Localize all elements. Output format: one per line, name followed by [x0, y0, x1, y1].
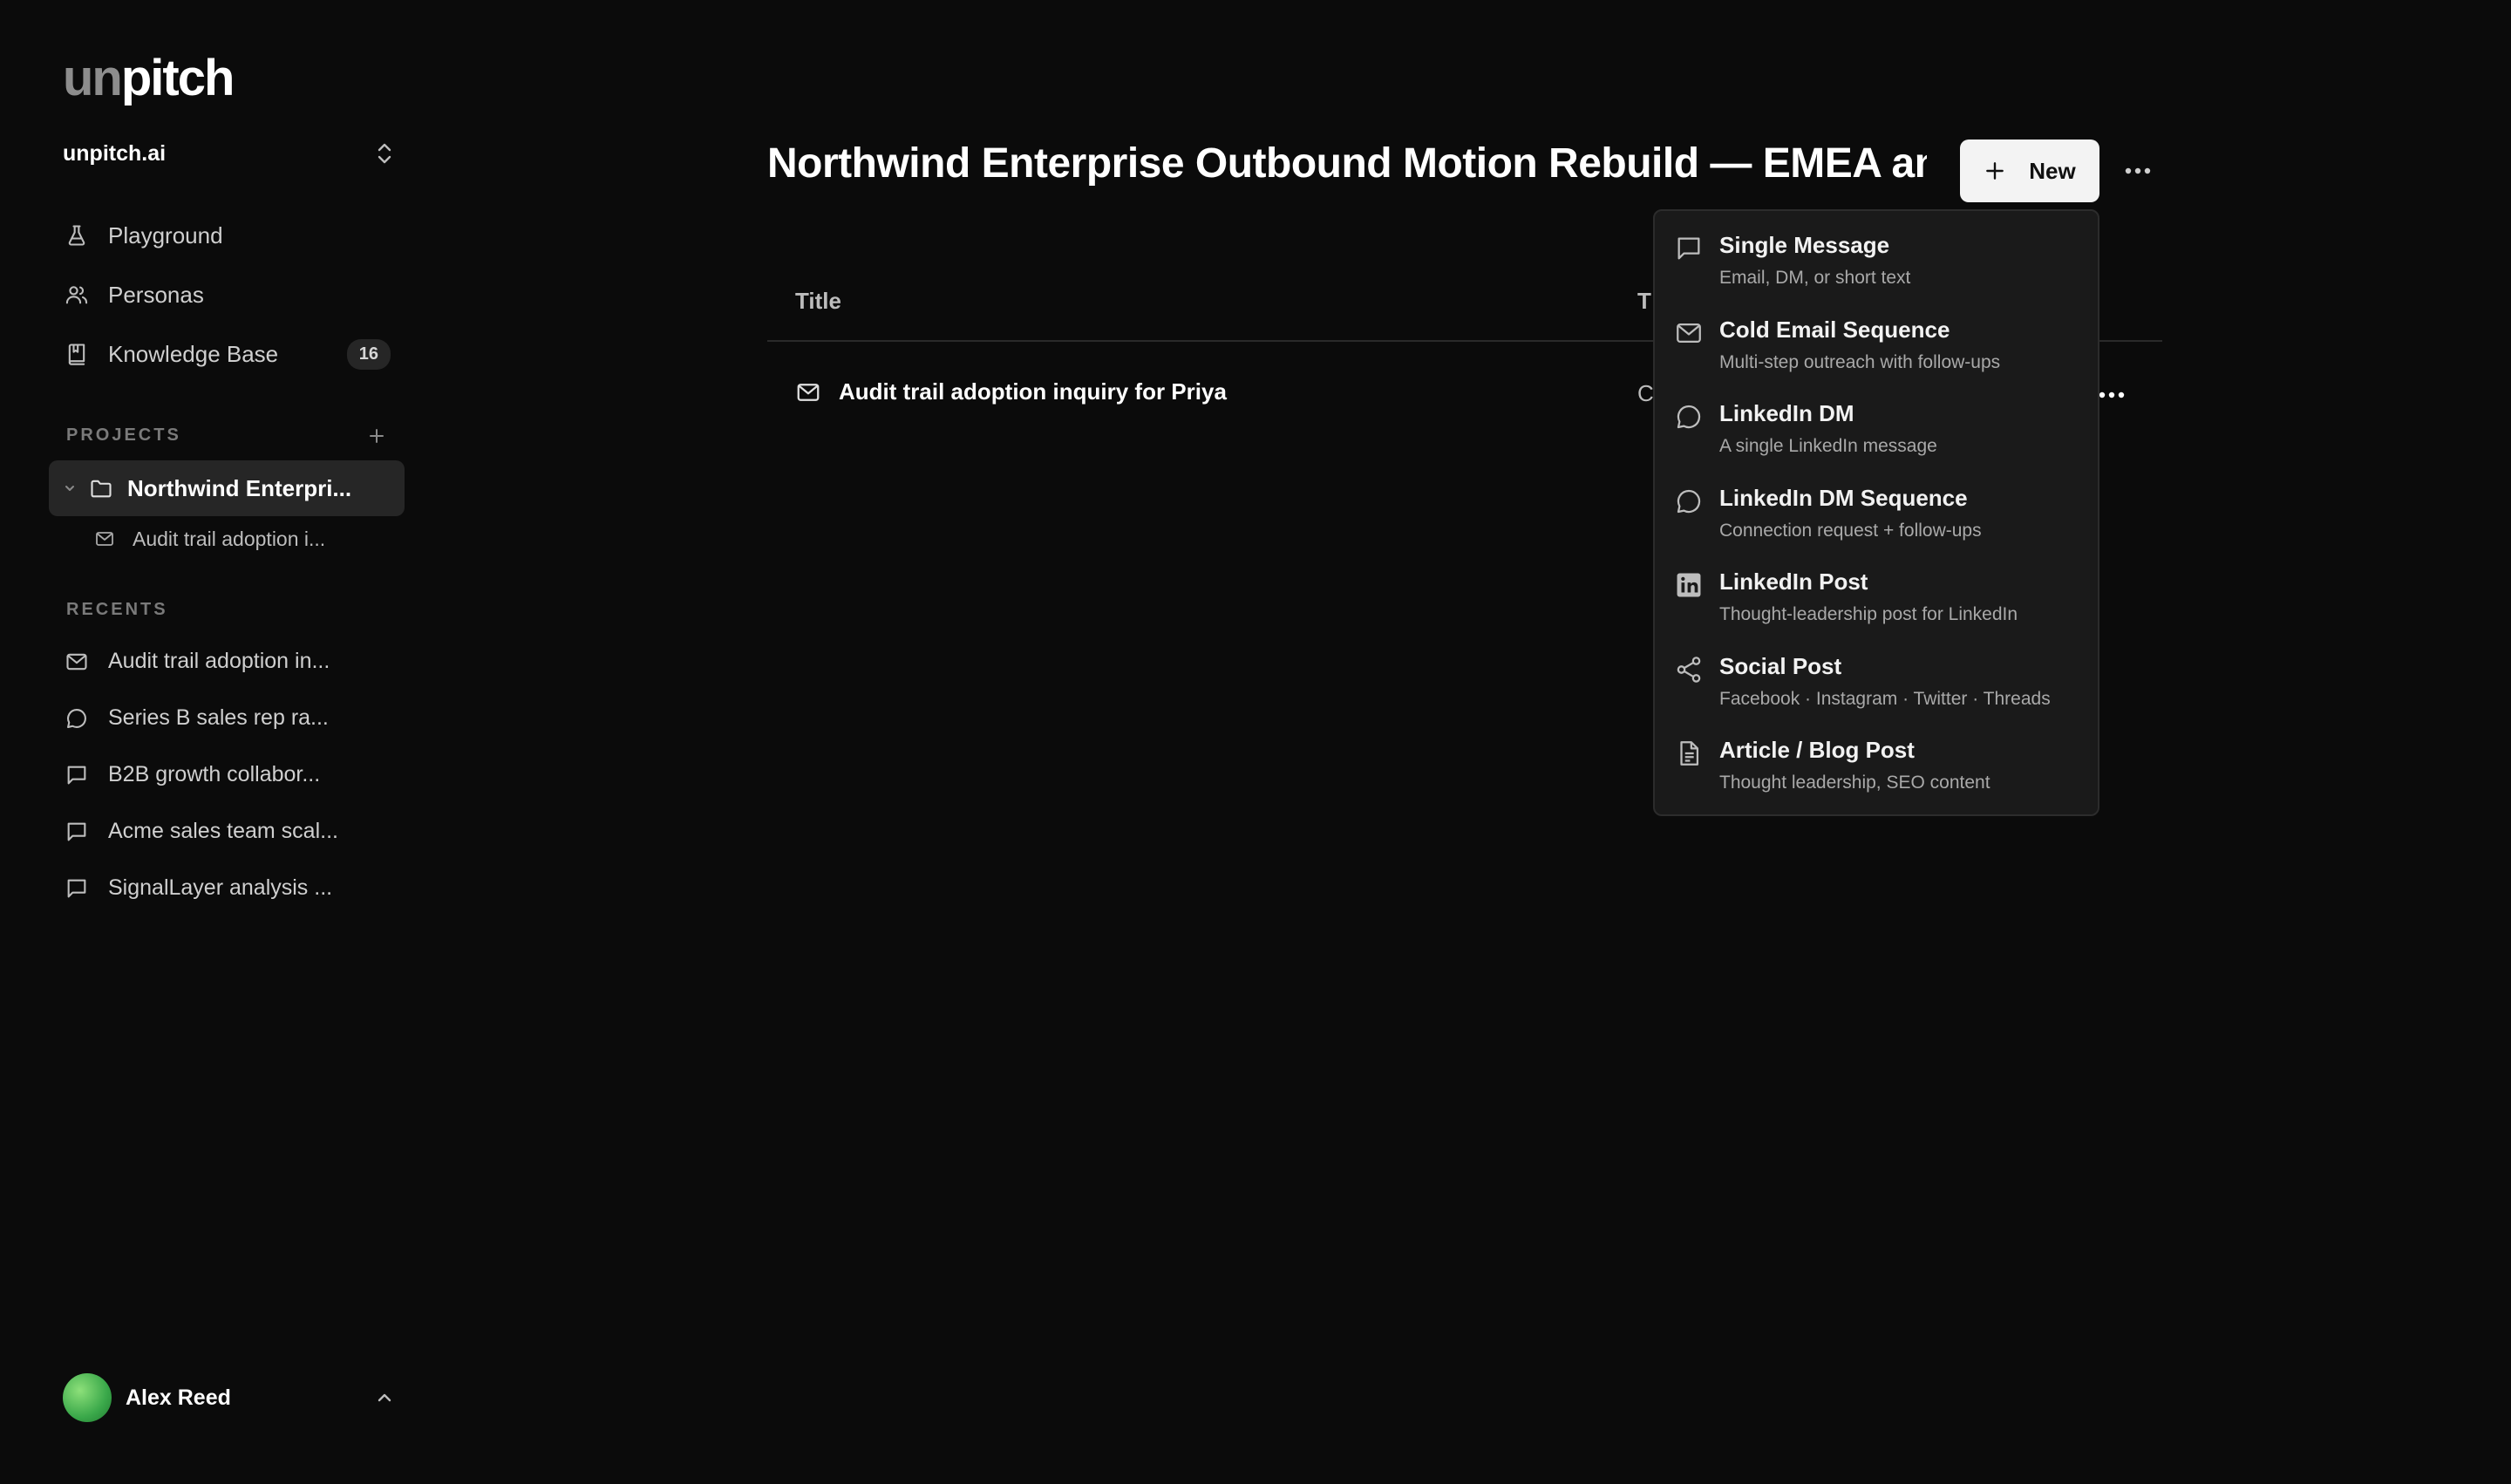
recent-item[interactable]: Series B sales rep ra...	[49, 690, 406, 746]
new-item-dropdown-menu: Single Message Email, DM, or short text …	[1653, 209, 2099, 816]
plus-icon	[1986, 162, 2004, 180]
menu-item-description: Thought leadership, SEO content	[1719, 773, 1990, 793]
more-horizontal-icon[interactable]	[2094, 384, 2129, 406]
nav-item-label: Knowledge Base	[108, 340, 279, 367]
message-square-icon	[1677, 237, 1700, 260]
recent-item-label: Series B sales rep ra...	[108, 705, 329, 730]
new-button[interactable]: New	[1960, 140, 2099, 202]
chat-bubble-icon	[67, 708, 86, 728]
nav-item-label: Playground	[108, 221, 223, 248]
sidebar: unpitch unpitch.ai Playground Personas K…	[0, 0, 436, 1484]
message-square-icon	[67, 879, 86, 897]
logo-part-2: pitch	[120, 50, 235, 106]
nav-item-label: Personas	[108, 281, 204, 308]
menu-item-description: Facebook · Instagram · Twitter · Threads	[1719, 688, 2051, 709]
project-child-label: Audit trail adoption i...	[133, 527, 326, 550]
menu-item-title: LinkedIn Post	[1719, 568, 1868, 595]
share-icon	[1677, 656, 1701, 683]
project-label: Northwind Enterpri...	[127, 474, 352, 501]
chevron-down-icon[interactable]	[63, 481, 77, 495]
menu-item-linkedin-dm-sequence[interactable]: LinkedIn DM Sequence Connection request …	[1655, 476, 2098, 561]
recents-section-label: RECENTS	[66, 600, 168, 619]
document-icon	[1680, 741, 1699, 766]
menu-item-title: Cold Email Sequence	[1719, 316, 1950, 343]
menu-item-social-post[interactable]: Social Post Facebook · Instagram · Twitt…	[1655, 644, 2098, 729]
message-square-icon	[67, 822, 86, 841]
page-title: Northwind Enterprise Outbound Motion Reb…	[767, 140, 1927, 187]
folder-icon	[91, 480, 112, 498]
menu-item-title: Article / Blog Post	[1719, 737, 1915, 763]
menu-item-linkedin-post[interactable]: LinkedIn Post Thought-leadership post fo…	[1655, 560, 2098, 644]
column-header-type[interactable]: T	[1637, 288, 1651, 315]
project-item-northwind[interactable]: Northwind Enterpri...	[49, 460, 405, 516]
user-name: Alex Reed	[126, 1385, 231, 1410]
linkedin-icon	[1677, 573, 1701, 597]
menu-item-description: Email, DM, or short text	[1719, 268, 1911, 288]
menu-item-title: LinkedIn DM Sequence	[1719, 484, 1968, 511]
chat-bubble-icon	[1677, 489, 1701, 513]
menu-item-title: Social Post	[1719, 652, 1842, 679]
row-title-text: Audit trail adoption inquiry for Priya	[839, 378, 1227, 405]
menu-item-description: A single LinkedIn message	[1719, 436, 1937, 456]
menu-item-title: LinkedIn DM	[1719, 400, 1854, 426]
nav-item-personas[interactable]: Personas	[49, 265, 406, 324]
app-window: unpitch unpitch.ai Playground Personas K…	[0, 0, 2511, 1484]
menu-item-cold-email-sequence[interactable]: Cold Email Sequence Multi-step outreach …	[1655, 308, 2098, 392]
mail-icon	[1677, 323, 1701, 343]
recent-item-label: Acme sales team scal...	[108, 819, 338, 843]
count-badge: 16	[346, 338, 391, 370]
recent-item-label: B2B growth collabor...	[108, 762, 321, 786]
menu-item-single-message[interactable]: Single Message Email, DM, or short text	[1655, 223, 2098, 308]
flask-icon	[68, 225, 85, 246]
row-type-cell: C	[1637, 380, 1654, 406]
nav-item-playground[interactable]: Playground	[49, 206, 406, 265]
users-icon	[65, 286, 88, 304]
menu-item-description: Thought-leadership post for LinkedIn	[1719, 604, 2018, 624]
menu-item-linkedin-dm[interactable]: LinkedIn DM A single LinkedIn message	[1655, 391, 2098, 476]
main-nav: Playground Personas Knowledge Base 16	[49, 206, 406, 384]
menu-item-description: Multi-step outreach with follow-ups	[1719, 351, 2001, 372]
user-menu[interactable]: Alex Reed	[63, 1372, 394, 1423]
more-horizontal-icon[interactable]	[2120, 157, 2155, 185]
book-icon	[68, 344, 85, 365]
plus-icon[interactable]	[366, 425, 387, 446]
menu-item-description: Connection request + follow-ups	[1719, 520, 1982, 541]
column-header-title[interactable]: Title	[795, 288, 841, 315]
recent-item[interactable]: Audit trail adoption in...	[49, 633, 406, 690]
mail-icon	[96, 532, 113, 546]
row-title-cell[interactable]: Audit trail adoption inquiry for Priya	[795, 378, 1227, 405]
chevron-up-icon	[378, 1393, 391, 1402]
project-child-item[interactable]: Audit trail adoption i...	[94, 518, 405, 560]
mail-icon	[797, 383, 820, 401]
recent-item-label: SignalLayer analysis ...	[108, 875, 333, 900]
recent-item[interactable]: B2B growth collabor...	[49, 746, 406, 803]
chevron-up-down-icon	[378, 143, 391, 164]
menu-item-article-blog-post[interactable]: Article / Blog Post Thought leadership, …	[1655, 728, 2098, 813]
logo: unpitch	[63, 49, 235, 107]
recent-item[interactable]: Acme sales team scal...	[49, 803, 406, 860]
new-button-label: New	[2029, 157, 2076, 184]
avatar	[63, 1373, 112, 1422]
workspace-switcher[interactable]: unpitch.ai	[63, 138, 394, 169]
nav-item-knowledge-base[interactable]: Knowledge Base 16	[49, 324, 406, 384]
mail-icon	[66, 653, 87, 670]
recent-item[interactable]: SignalLayer analysis ...	[49, 860, 406, 916]
recents-list: Audit trail adoption in... Series B sale…	[49, 633, 406, 916]
menu-item-title: Single Message	[1719, 232, 1890, 258]
workspace-name: unpitch.ai	[63, 140, 167, 166]
message-square-icon	[67, 766, 86, 784]
projects-section-label: PROJECTS	[66, 425, 181, 445]
logo-part-1: un	[63, 50, 123, 106]
recent-item-label: Audit trail adoption in...	[108, 649, 330, 673]
chat-bubble-icon	[1677, 405, 1701, 429]
